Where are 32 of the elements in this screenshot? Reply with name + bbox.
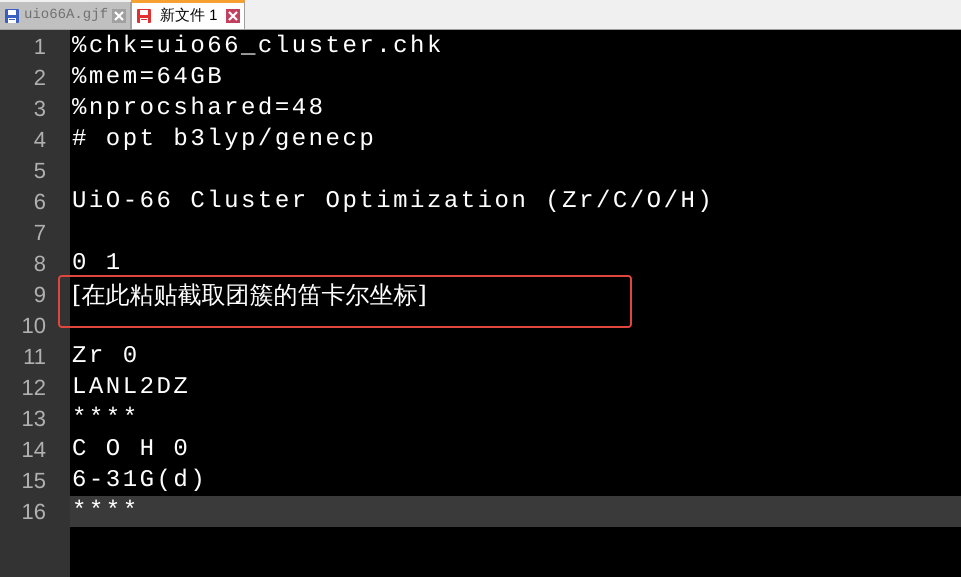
line-number: 12: [22, 376, 46, 398]
line-number: 8: [34, 252, 46, 274]
line-number: 6: [34, 190, 46, 212]
tab[interactable]: 新文件 1: [131, 0, 245, 29]
line-number: 10: [22, 314, 46, 336]
line-number: 15: [22, 470, 46, 492]
line-number: 14: [22, 438, 46, 460]
line-number: 11: [23, 346, 46, 368]
line-number: 13: [22, 408, 46, 430]
code-line: 6-31G(d): [72, 468, 208, 492]
code-line: [在此粘贴截取团簇的笛卡尔坐标]: [72, 282, 427, 306]
close-icon[interactable]: [226, 9, 240, 23]
code-line: C O H 0: [72, 438, 190, 462]
line-number: 16: [22, 500, 46, 522]
code-line: UiO-66 Cluster Optimization (Zr/C/O/H): [72, 190, 714, 214]
code-line: Zr 0: [72, 344, 140, 368]
code-line: %mem=64GB: [72, 66, 224, 90]
code-line: # opt b3lyp/genecp: [72, 128, 376, 152]
line-number: 9: [34, 284, 46, 306]
code-line: %chk=uio66_cluster.chk: [72, 34, 444, 58]
line-number: 2: [34, 66, 46, 88]
line-number: 3: [34, 98, 46, 120]
line-number: 1: [34, 36, 46, 58]
code-line: ****: [72, 406, 140, 430]
code-line: LANL2DZ: [72, 376, 190, 400]
line-number: 5: [34, 160, 46, 182]
code-line: 0 1: [72, 252, 123, 276]
code-line: ****: [72, 500, 140, 524]
line-number: 7: [34, 222, 46, 244]
close-icon[interactable]: [112, 8, 126, 22]
line-number: 4: [34, 128, 46, 150]
code-line: %nprocshared=48: [72, 96, 326, 120]
